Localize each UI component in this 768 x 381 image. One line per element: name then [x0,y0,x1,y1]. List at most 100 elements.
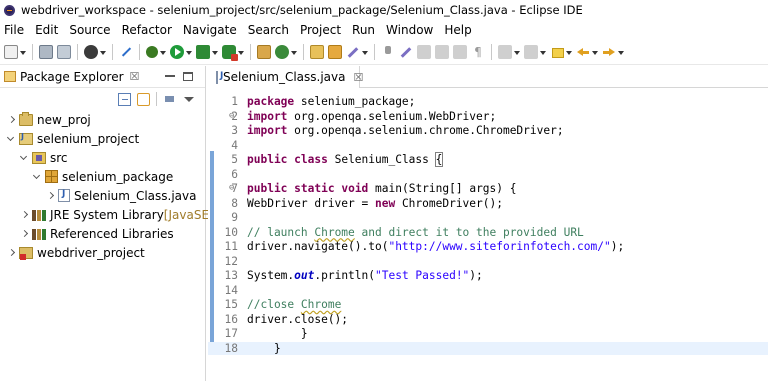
external-tools-icon[interactable] [222,45,238,61]
code-line-11[interactable]: 11 driver.navigate().to("http://www.sitef… [208,240,768,253]
toggle-word-wrap-icon[interactable] [453,45,467,59]
last-edit-dropdown-icon[interactable] [566,45,572,59]
search-icon[interactable] [346,45,360,59]
tree-item-webdriver-project[interactable]: webdriver_project [0,243,205,262]
editor-tab-selenium-class[interactable]: Selenium_Class.java ☒ [208,66,363,88]
run-icon[interactable] [170,45,184,59]
toggle-block-selection-icon[interactable] [417,45,431,59]
back-dropdown-icon[interactable] [592,45,598,59]
code-line-17[interactable]: 17 } [208,327,768,340]
chevron-right-icon[interactable] [19,229,29,239]
open-type-icon[interactable] [310,45,324,59]
code-line-12[interactable]: 12 [208,255,768,268]
menu-search[interactable]: Search [248,23,289,37]
view-menu-icon[interactable] [182,93,195,106]
new-icon[interactable] [4,45,18,59]
debug-run-dropdown-icon[interactable] [160,45,166,59]
chevron-right-icon[interactable] [6,115,16,125]
save-all-icon[interactable] [57,45,71,59]
code-token: public [247,182,288,195]
menu-project[interactable]: Project [300,23,341,37]
minimize-icon[interactable] [165,75,175,77]
tree-item-referenced-libraries[interactable]: Referenced Libraries [0,224,205,243]
last-edit-icon[interactable] [550,45,564,59]
code-line-9[interactable]: 9 [208,211,768,224]
menu-source[interactable]: Source [69,23,110,37]
new-java-class-icon[interactable] [275,45,289,59]
code-line-3[interactable]: 3 import org.openqa.selenium.chrome.Chrom… [208,124,768,137]
code-line-7[interactable]: 7 ⊖ public static void main(String[] args)… [208,182,768,195]
new-dropdown-icon[interactable] [20,45,26,59]
save-icon[interactable] [39,45,53,59]
code-area[interactable]: 1 package selenium_package; 2 ⊖ import org.o… [208,89,768,381]
fold-collapse-icon[interactable]: ⊖ [229,182,234,195]
code-line-16[interactable]: 16 driver.close(); [208,313,768,326]
menu-edit[interactable]: Edit [35,23,58,37]
code-line-1[interactable]: 1 package selenium_package; [208,95,768,108]
new-java-package-icon[interactable] [257,45,271,59]
skip-breakpoints-icon[interactable] [119,45,133,59]
menu-run[interactable]: Run [352,23,375,37]
tree-item-selenium-class-java[interactable]: Selenium_Class.java [0,186,205,205]
menu-file[interactable]: File [4,23,24,37]
chevron-down-icon[interactable] [19,153,29,163]
forward-icon[interactable] [602,45,616,59]
show-whitespace-characters-icon[interactable]: ¶ [471,45,485,59]
previous-annotation-icon[interactable] [524,45,538,59]
code-token: { [434,152,444,167]
code-line-5[interactable]: 5 public class Selenium_Class { [208,152,768,167]
new-java-class-dropdown-icon[interactable] [291,45,297,59]
close-icon[interactable]: ☒ [353,71,363,84]
package-explorer-tab[interactable]: Package Explorer [20,70,124,84]
code-line-6[interactable]: 6 [208,168,768,181]
chevron-down-icon[interactable] [6,134,16,144]
collapse-all-icon[interactable] [118,92,131,106]
tree-item-selenium-project[interactable]: selenium_project [0,129,205,148]
debug-run-icon[interactable] [146,46,158,58]
maximize-icon[interactable] [183,72,193,81]
chevron-right-icon[interactable] [6,248,16,258]
filters-icon[interactable] [163,93,176,106]
tree-item-jre-system-library[interactable]: JRE System Library [JavaSE-1 [0,205,221,224]
menu-navigate[interactable]: Navigate [183,23,237,37]
chevron-down-icon[interactable] [32,172,42,182]
back-icon[interactable] [576,45,590,59]
search-dropdown-icon[interactable] [362,45,368,59]
debug-dropdown-icon[interactable] [100,45,106,59]
external-tools-dropdown-icon[interactable] [238,45,244,59]
run-dropdown-icon[interactable] [186,45,192,59]
code-line-15[interactable]: 15 //close Chrome [208,298,768,311]
code-line-4[interactable]: 4 [208,139,768,152]
menu-help[interactable]: Help [444,23,471,37]
code-line-14[interactable]: 14 [208,284,768,297]
forward-dropdown-icon[interactable] [618,45,624,59]
fold-collapse-icon[interactable]: ⊖ [229,110,234,123]
show-whitespace-icon[interactable] [435,45,449,59]
tree-item-new-proj[interactable]: new_proj [0,110,205,129]
toggle-mark-occurrences-icon[interactable] [399,45,413,59]
package-explorer-icon [4,71,16,82]
coverage-icon[interactable] [196,45,210,59]
menu-window[interactable]: Window [386,23,433,37]
close-icon[interactable]: ☒ [130,70,140,83]
code-token: Selenium_Class [327,153,436,166]
code-line-13[interactable]: 13 System.out.println("Test Passed!"); [208,269,768,282]
open-task-icon[interactable] [328,45,342,59]
chevron-right-icon[interactable] [45,191,55,201]
menu-refactor[interactable]: Refactor [122,23,172,37]
code-line-10[interactable]: 10 // launch Chrome and direct it to the … [208,226,768,239]
tree-item-src[interactable]: src [0,148,205,167]
chevron-right-icon[interactable] [19,210,29,220]
next-annotation-dropdown-icon[interactable] [514,45,520,59]
code-line-18[interactable]: 18 } [208,341,768,355]
coverage-dropdown-icon[interactable] [212,45,218,59]
code-line-8[interactable]: 8 WebDriver driver = new ChromeDriver(); [208,197,768,210]
code-line-2[interactable]: 2 ⊖ import org.openqa.selenium.WebDriver; [208,110,768,123]
link-with-editor-icon[interactable] [137,92,150,106]
previous-annotation-dropdown-icon[interactable] [540,45,546,59]
line-number: 17 [224,327,238,340]
tree-item-selenium-package[interactable]: selenium_package [0,167,205,186]
debug-icon[interactable] [84,45,98,59]
pin-editor-icon[interactable] [381,45,395,59]
next-annotation-icon[interactable] [498,45,512,59]
